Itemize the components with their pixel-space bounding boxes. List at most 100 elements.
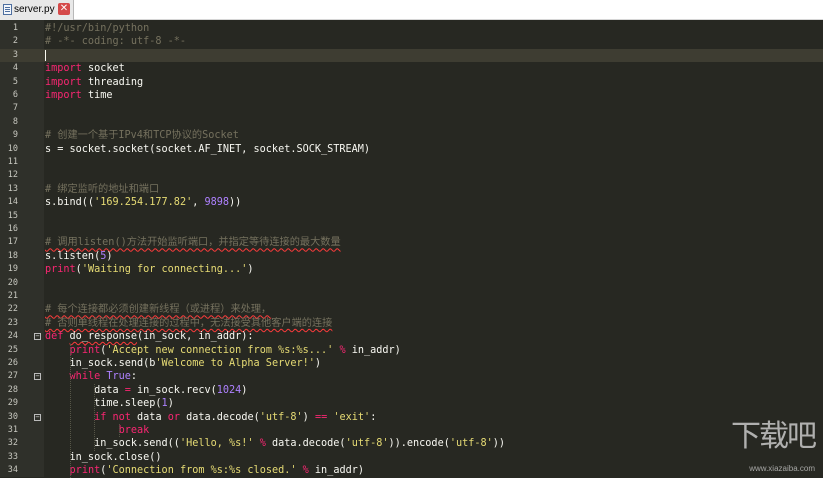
code-text: print('Connection from %s:%s closed.' % … <box>45 464 364 477</box>
code-token: break <box>118 425 150 436</box>
code-line[interactable]: 25 print('Accept new connection from %s:… <box>0 344 823 357</box>
code-token: socket <box>81 63 125 75</box>
code-line[interactable]: 15 <box>0 210 823 223</box>
code-token: ) <box>241 384 248 396</box>
line-number: 19 <box>7 264 18 275</box>
code-token: data <box>130 411 168 423</box>
line-number: 7 <box>12 103 18 114</box>
code-line[interactable]: 23 # 否则单线程在处理连接的过程中，无法接受其他客户端的连接 <box>0 317 823 330</box>
watermark-logo: 下载吧 <box>731 419 817 454</box>
line-number: 32 <box>7 438 18 449</box>
code-token: s.listen( <box>45 250 101 262</box>
code-line[interactable]: 9 # 创建一个基于IPv4和TCP协议的Socket <box>0 129 823 142</box>
code-text: in_sock.close() <box>45 451 162 464</box>
close-icon[interactable]: ✕ <box>58 3 70 15</box>
code-text: in_sock.send(b'Welcome to Alpha Server!'… <box>45 357 321 370</box>
code-line[interactable]: 2 # -*- coding: utf-8 -*- <box>0 35 823 48</box>
code-line[interactable]: 17 # 调用listen()方法开始监听端口，并指定等待连接的最大数量 <box>0 236 823 249</box>
code-token: data <box>45 384 125 396</box>
tab-server-py[interactable]: server.py ✕ <box>0 0 74 20</box>
code-token: 'utf-8' <box>449 438 493 450</box>
code-line[interactable]: 6 import time <box>0 89 823 102</box>
code-line[interactable]: 21 <box>0 290 823 303</box>
code-token: # -*- coding: utf-8 -*- <box>45 36 187 48</box>
code-line[interactable]: 4 import socket <box>0 62 823 75</box>
code-text: import time <box>45 89 112 102</box>
code-line[interactable]: 16 <box>0 223 823 236</box>
code-text: def do_response(in_sock, in_addr): <box>45 330 254 343</box>
code-token: print <box>69 465 101 477</box>
code-token: # 否则单线程在处理连接的过程中，无法接受其他客户端的连接 <box>45 317 333 329</box>
code-line[interactable]: 26 in_sock.send(b'Welcome to Alpha Serve… <box>0 357 823 370</box>
line-number: 26 <box>7 358 18 368</box>
line-number: 12 <box>7 170 18 181</box>
code-line[interactable]: 28 data = in_sock.recv(1024) <box>0 384 823 397</box>
line-number: 29 <box>7 398 18 409</box>
code-token: time <box>81 90 113 101</box>
code-token: # 绑定监听的地址和端口 <box>45 183 160 195</box>
code-token: time.sleep( <box>45 398 162 410</box>
fold-toggle-icon[interactable]: − <box>34 413 41 421</box>
code-editor[interactable]: 1 #!/usr/bin/python 2 # -*- coding: utf-8 -… <box>0 20 823 478</box>
code-token: == <box>314 411 328 423</box>
indent-guide <box>118 424 121 438</box>
tab-label: server.py <box>14 4 55 15</box>
watermark-url: www.xiazaiba.com <box>749 464 815 473</box>
code-line[interactable]: 1 #!/usr/bin/python <box>0 22 823 35</box>
line-number: 6 <box>12 90 18 100</box>
code-text: time.sleep(1) <box>45 397 174 410</box>
code-line[interactable]: 29 time.sleep(1) <box>0 397 823 410</box>
code-token: or <box>167 411 180 423</box>
code-text: break <box>45 424 150 437</box>
line-number: 21 <box>7 291 18 301</box>
code-token: s = socket.socket(socket.AF_INET, socket… <box>45 143 371 155</box>
code-line[interactable]: 34 print('Connection from %s:%s closed.'… <box>0 464 823 477</box>
code-line[interactable]: 20 <box>0 277 823 290</box>
code-line[interactable]: 11 <box>0 156 823 169</box>
code-token: ) <box>302 411 315 423</box>
code-token: while <box>69 371 101 383</box>
code-line[interactable]: 10 s = socket.socket(socket.AF_INET, sock… <box>0 143 823 156</box>
line-number: 14 <box>7 197 18 208</box>
code-line[interactable]: 33 in_sock.close() <box>0 451 823 464</box>
code-line[interactable]: 22 # 每个连接都必须创建新线程（或进程）来处理， <box>0 303 823 316</box>
code-token: data.decode( <box>265 438 346 450</box>
indent-guide <box>94 383 96 451</box>
code-line[interactable]: 31 break <box>0 424 823 437</box>
code-line[interactable]: 14 s.bind(('169.254.177.82', 9898)) <box>0 196 823 209</box>
code-token: 'Connection from %s:%s closed.' <box>106 465 297 477</box>
code-line[interactable]: 12 <box>0 169 823 182</box>
fold-toggle-icon[interactable]: − <box>34 373 41 381</box>
code-line[interactable]: 18 s.listen(5) <box>0 250 823 263</box>
code-line[interactable]: 13 # 绑定监听的地址和端口 <box>0 183 823 196</box>
line-number: 30 <box>7 411 18 422</box>
code-token: : <box>370 411 377 423</box>
code-line[interactable]: 3 <box>0 48 823 63</box>
code-token: True <box>106 371 131 383</box>
code-line[interactable]: 19 print('Waiting for connecting...') <box>0 263 823 276</box>
code-line[interactable]: 30− if not data or data.decode('utf-8') … <box>0 411 823 424</box>
code-token: in_sock.send(( <box>45 438 180 450</box>
watermark: 下载吧 www.xiazaiba.com <box>709 405 817 475</box>
code-line[interactable]: 7 <box>0 102 823 115</box>
code-token: ) <box>314 358 322 369</box>
code-token: 'Hello, %s!' <box>179 438 254 450</box>
code-token: 'exit' <box>333 411 371 423</box>
line-number: 1 <box>12 23 18 33</box>
code-line[interactable]: 8 <box>0 116 823 129</box>
code-line[interactable]: 5 import threading <box>0 76 823 89</box>
code-line[interactable]: 27 − while True: <box>0 370 823 383</box>
code-text: import threading <box>45 76 143 89</box>
line-number: 9 <box>12 130 18 141</box>
code-token: do_response <box>69 331 138 343</box>
line-number: 3 <box>12 49 18 60</box>
code-token: def <box>45 331 64 343</box>
code-line[interactable]: 24 − def do_response(in_sock, in_addr): <box>0 330 823 343</box>
line-number: 10 <box>7 143 18 154</box>
code-text: print('Accept new connection from %s:%s.… <box>45 344 401 357</box>
fold-toggle-icon[interactable]: − <box>34 333 41 341</box>
line-number: 31 <box>7 425 18 435</box>
code-line[interactable]: 32 in_sock.send(('Hello, %s!' % data.dec… <box>0 437 823 450</box>
